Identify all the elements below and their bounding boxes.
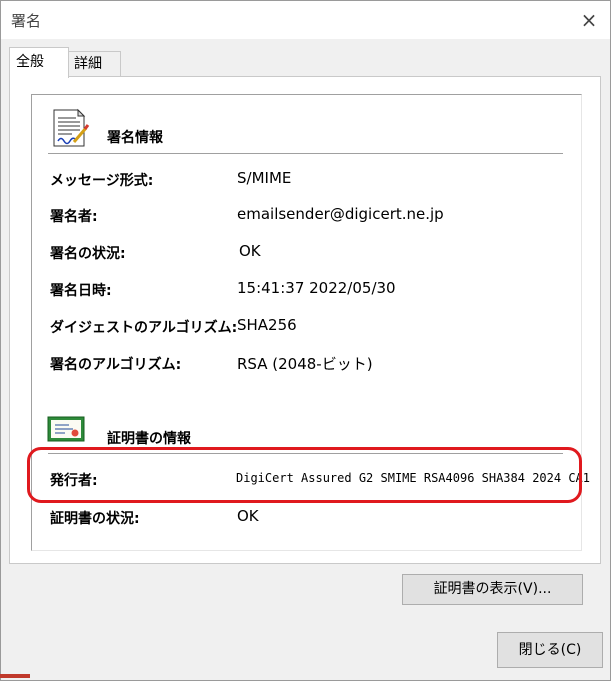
signature-section-divider <box>48 153 563 154</box>
signed-document-icon <box>50 108 90 148</box>
tab-details[interactable]: 詳細 <box>67 51 121 77</box>
signature-algorithm-value: RSA (2048-ビット) <box>237 355 373 373</box>
message-format-label: メッセージ形式: <box>50 173 154 189</box>
close-window-icon[interactable]: × <box>578 9 600 31</box>
view-certificate-button[interactable]: 証明書の表示(V)... <box>402 574 583 605</box>
certificate-status-value: OK <box>237 507 259 525</box>
close-button[interactable]: 閉じる(C) <box>497 632 603 668</box>
issuer-highlight-annotation <box>27 447 582 503</box>
signing-time-value: 15:41:37 2022/05/30 <box>237 279 396 297</box>
signing-time-label: 署名日時: <box>50 283 112 299</box>
title-bar: 署名 × <box>1 1 610 39</box>
certificate-icon <box>47 414 87 444</box>
certificate-info-title: 証明書の情報 <box>107 431 191 447</box>
certificate-status-label: 証明書の状況: <box>50 511 140 527</box>
signer-label: 署名者: <box>50 209 98 225</box>
signature-algorithm-label: 署名のアルゴリズム: <box>50 357 182 373</box>
tab-general[interactable]: 全般 <box>9 47 69 78</box>
signature-info-title: 署名情報 <box>107 130 163 146</box>
digest-algorithm-label: ダイジェストのアルゴリズム: <box>50 320 238 336</box>
message-format-value: S/MIME <box>237 169 292 187</box>
signature-status-value: OK <box>239 242 261 260</box>
taskbar-edge-mark <box>0 674 30 678</box>
window-title: 署名 <box>11 12 42 30</box>
digest-algorithm-value: SHA256 <box>237 316 297 334</box>
signature-status-label: 署名の状況: <box>50 246 126 262</box>
signer-value: emailsender@digicert.ne.jp <box>237 205 444 223</box>
